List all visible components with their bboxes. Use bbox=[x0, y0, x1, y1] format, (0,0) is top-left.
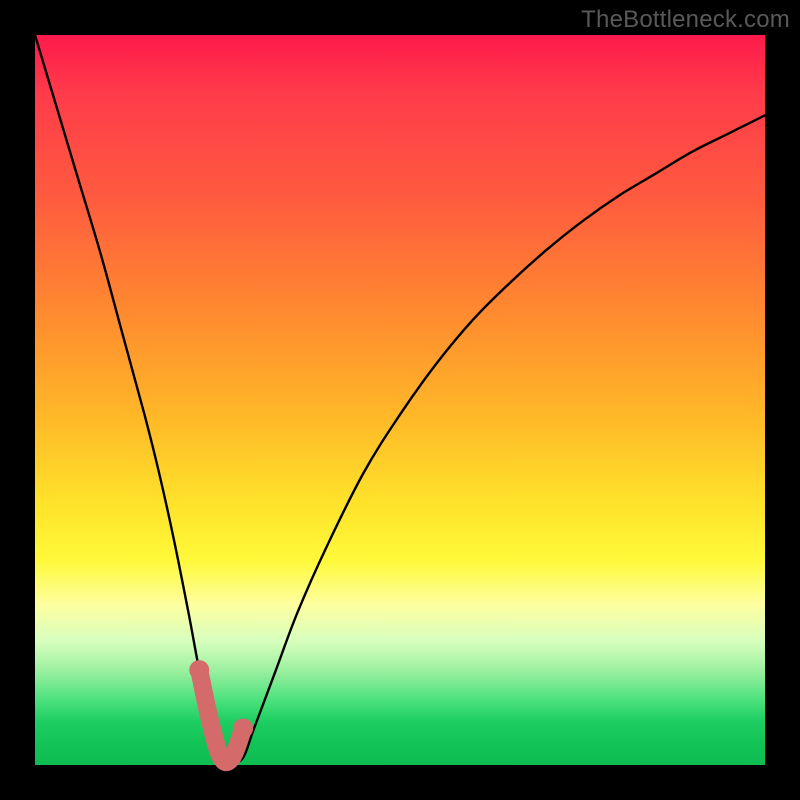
curve-svg bbox=[35, 35, 765, 765]
highlight-dot bbox=[233, 719, 253, 739]
highlight-dot bbox=[189, 660, 209, 680]
highlight-band bbox=[199, 670, 243, 762]
plot-area bbox=[35, 35, 765, 765]
bottleneck-curve bbox=[35, 35, 765, 762]
chart-frame: TheBottleneck.com bbox=[0, 0, 800, 800]
watermark-text: TheBottleneck.com bbox=[581, 6, 790, 34]
